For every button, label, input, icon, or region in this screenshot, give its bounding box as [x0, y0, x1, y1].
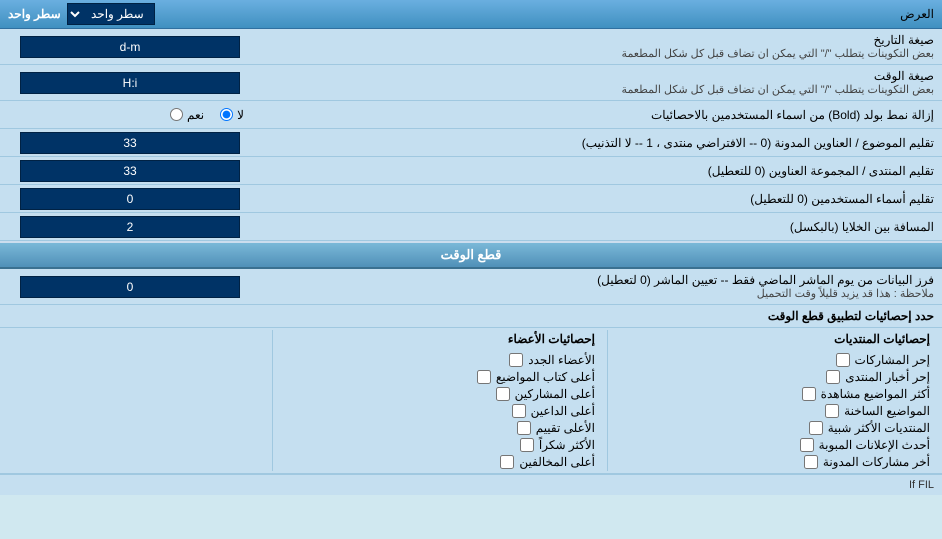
time-cut-section-bar: قطع الوقت: [0, 241, 942, 269]
stat-most-viewed[interactable]: أكثر المواضيع مشاهدة: [620, 387, 930, 401]
bold-label: إزالة نمط بولد (Bold) من اسماء المستخدمي…: [260, 104, 942, 126]
col-divider-2: [272, 330, 273, 471]
stat-top-violators[interactable]: أعلى المخالفين: [285, 455, 595, 469]
stat-blog-posts-cb[interactable]: [804, 455, 818, 469]
time-format-label: صيغة الوقت بعض التكوينات يتطلب "/" التي …: [260, 65, 942, 100]
stat-hot-topics-cb[interactable]: [825, 404, 839, 418]
forum-stats-col: إحصائيات المنتديات إحر المشاركات إحر أخب…: [612, 330, 938, 471]
stat-most-viewed-cb[interactable]: [802, 387, 816, 401]
col2-title: إحصائيات الأعضاء: [285, 332, 595, 346]
stats-header: حدد إحصائيات لتطبيق قطع الوقت: [0, 305, 942, 328]
member-stats-col: إحصائيات الأعضاء الأعضاء الجدد أعلى كتاب…: [277, 330, 603, 471]
stat-top-posters-cb[interactable]: [477, 370, 491, 384]
date-format-label: صيغة التاريخ بعض التكوينات يتطلب "/" الت…: [260, 29, 942, 64]
stat-blog-posts[interactable]: أخر مشاركات المدونة: [620, 455, 930, 469]
time-cut-input-wrapper: [0, 274, 260, 300]
bold-yes-option[interactable]: نعم: [170, 108, 204, 122]
stat-top-posters[interactable]: أعلى كتاب المواضيع: [285, 370, 595, 384]
stat-top-inviters[interactable]: أعلى الداعين: [285, 404, 595, 418]
time-format-input[interactable]: [20, 72, 240, 94]
date-format-row: صيغة التاريخ بعض التكوينات يتطلب "/" الت…: [0, 29, 942, 65]
bold-radio-wrapper: لا نعم: [0, 104, 260, 126]
stat-top-inviters-cb[interactable]: [512, 404, 526, 418]
trim-subject-row: تقليم الموضوع / العناوين المدونة (0 -- ا…: [0, 129, 942, 157]
trim-members-input-wrapper: [0, 186, 260, 212]
stat-forum-news[interactable]: إحر أخبار المنتدى: [620, 370, 930, 384]
stat-most-thanks[interactable]: الأكثر شكراً: [285, 438, 595, 452]
trim-forum-input[interactable]: [20, 160, 240, 182]
stats-header-label: حدد إحصائيات لتطبيق قطع الوقت: [8, 309, 934, 323]
col1-title: إحصائيات المنتديات: [620, 332, 930, 346]
trim-subject-label: تقليم الموضوع / العناوين المدونة (0 -- ا…: [260, 132, 942, 154]
bold-no-option[interactable]: لا: [220, 108, 244, 122]
page-title: العرض: [900, 7, 934, 21]
bold-row: إزالة نمط بولد (Bold) من اسماء المستخدمي…: [0, 101, 942, 129]
date-format-input[interactable]: [20, 36, 240, 58]
stat-popular-forums-cb[interactable]: [809, 421, 823, 435]
stat-forum-news-cb[interactable]: [826, 370, 840, 384]
bold-yes-radio[interactable]: [170, 108, 183, 121]
time-cut-label: فرز البيانات من يوم الماشر الماضي فقط --…: [260, 269, 942, 304]
stat-top-participants[interactable]: أعلى المشاركين: [285, 387, 595, 401]
trim-members-row: تقليم أسماء المستخدمين (0 للتعطيل): [0, 185, 942, 213]
cell-spacing-row: المسافة بين الخلايا (بالبكسل): [0, 213, 942, 241]
stat-new-members-cb[interactable]: [509, 353, 523, 367]
stat-popular-forums[interactable]: المنتديات الأكثر شبية: [620, 421, 930, 435]
dropdown-label: سطر واحد: [8, 7, 61, 21]
top-header: العرض سطر واحد سطران ثلاثة أسطر سطر واحد: [0, 0, 942, 29]
stat-new-members[interactable]: الأعضاء الجدد: [285, 353, 595, 367]
cell-spacing-input[interactable]: [20, 216, 240, 238]
stat-hot-topics[interactable]: المواضيع الساخنة: [620, 404, 930, 418]
bottom-note: If FIL: [0, 474, 942, 495]
stat-top-participants-cb[interactable]: [496, 387, 510, 401]
bold-no-radio[interactable]: [220, 108, 233, 121]
stat-top-rated[interactable]: الأعلى تقييم: [285, 421, 595, 435]
col3-empty: [4, 330, 268, 471]
stat-top-violators-cb[interactable]: [500, 455, 514, 469]
cell-spacing-label: المسافة بين الخلايا (بالبكسل): [260, 216, 942, 238]
cell-spacing-input-wrapper: [0, 214, 260, 240]
trim-forum-input-wrapper: [0, 158, 260, 184]
trim-members-label: تقليم أسماء المستخدمين (0 للتعطيل): [260, 188, 942, 210]
stat-latest-classifieds-cb[interactable]: [800, 438, 814, 452]
time-format-input-wrapper: [0, 70, 260, 96]
trim-members-input[interactable]: [20, 188, 240, 210]
stat-latest-classifieds[interactable]: أحدث الإعلانات المبوبة: [620, 438, 930, 452]
stat-latest-posts-cb[interactable]: [836, 353, 850, 367]
stat-top-rated-cb[interactable]: [517, 421, 531, 435]
time-cut-row: فرز البيانات من يوم الماشر الماضي فقط --…: [0, 269, 942, 305]
stats-checkboxes: إحصائيات المنتديات إحر المشاركات إحر أخب…: [0, 328, 942, 474]
display-mode-select[interactable]: سطر واحد سطران ثلاثة أسطر: [67, 3, 155, 25]
trim-subject-input-wrapper: [0, 130, 260, 156]
time-format-row: صيغة الوقت بعض التكوينات يتطلب "/" التي …: [0, 65, 942, 101]
stat-most-thanks-cb[interactable]: [520, 438, 534, 452]
trim-forum-label: تقليم المنتدى / المجموعة العناوين (0 للت…: [260, 160, 942, 182]
date-format-input-wrapper: [0, 34, 260, 60]
col-divider-1: [607, 330, 608, 471]
trim-forum-row: تقليم المنتدى / المجموعة العناوين (0 للت…: [0, 157, 942, 185]
stat-latest-posts[interactable]: إحر المشاركات: [620, 353, 930, 367]
trim-subject-input[interactable]: [20, 132, 240, 154]
time-cut-input[interactable]: [20, 276, 240, 298]
